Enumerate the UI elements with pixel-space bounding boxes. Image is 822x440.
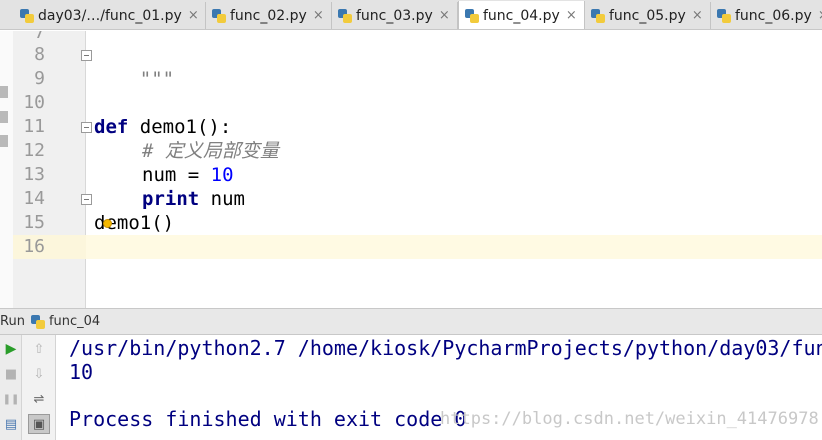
rerun-icon[interactable]: ▶ [2, 340, 20, 358]
run-config-name: func_04 [48, 314, 101, 329]
close-icon[interactable]: × [818, 8, 822, 23]
function-signature: demo1(): [128, 116, 232, 138]
run-toolbar-secondary: ⇧ ⇩ ⇌ ▣ [22, 335, 56, 440]
structure-strip [0, 31, 13, 308]
tab-label: func_04.py [483, 7, 560, 24]
run-tool-window-header: Run func_04 [0, 308, 822, 335]
intention-bulb-icon[interactable] [103, 219, 112, 228]
assignment: num = [142, 164, 211, 186]
scroll-up-icon[interactable]: ⇧ [29, 340, 49, 358]
pause-icon[interactable]: ❚❚ [2, 390, 20, 408]
strip-marker [0, 111, 8, 123]
tab-label: func_06.py [735, 7, 812, 24]
scroll-down-icon[interactable]: ⇩ [29, 365, 49, 383]
line-number: 16 [23, 236, 45, 257]
python-file-icon [591, 8, 605, 23]
close-icon[interactable]: × [439, 8, 450, 23]
python-file-icon [20, 8, 34, 23]
code-line-8: """ [94, 43, 174, 115]
editor-tab-bar: day03/…/func_01.py × func_02.py × func_0… [0, 0, 822, 30]
run-toolbar: ▶ ■ ❚❚ ▤ [0, 335, 22, 440]
line-number: 9 [34, 68, 45, 89]
line-number: 12 [23, 140, 45, 161]
code-editor[interactable]: 7 8 9 10 11 12 13 14 15 16 """ def demo1… [0, 31, 822, 308]
number-literal: 10 [210, 164, 234, 186]
tab-func-01[interactable]: day03/…/func_01.py × [14, 2, 206, 29]
tab-func-05[interactable]: func_05.py × [585, 2, 711, 29]
fold-marker-icon[interactable] [81, 122, 92, 133]
tab-func-06[interactable]: func_06.py × [711, 2, 822, 29]
current-line-highlight [86, 235, 822, 259]
console-line: Process finished with exit code 0 [69, 407, 467, 431]
fold-marker-icon[interactable] [81, 194, 92, 205]
code-comment: # 定义局部变量 [142, 140, 279, 162]
line-number: 14 [23, 188, 45, 209]
console-line: 10 [69, 360, 94, 384]
line-number: 8 [34, 44, 45, 65]
python-file-icon [465, 8, 479, 23]
strip-marker [0, 135, 8, 147]
close-icon[interactable]: × [692, 8, 703, 23]
python-file-icon [717, 8, 731, 23]
code-line-14: print num [142, 187, 245, 211]
fold-marker-icon[interactable] [81, 50, 92, 61]
tab-func-04[interactable]: func_04.py × [458, 1, 585, 29]
line-number: 11 [23, 116, 45, 137]
print-argument: num [199, 188, 245, 210]
watermark-text: https://blog.csdn.net/weixin_41476978 [440, 409, 819, 429]
code-line-11: def demo1(): [94, 115, 231, 139]
strip-marker [0, 86, 8, 98]
docstring-quote: """ [139, 68, 175, 90]
close-icon[interactable]: × [188, 8, 199, 23]
tab-label: func_02.py [230, 7, 307, 24]
code-line-12: # 定义局部变量 [142, 139, 279, 163]
close-icon[interactable]: × [566, 8, 577, 23]
tab-func-02[interactable]: func_02.py × [206, 2, 332, 29]
tab-label: func_05.py [609, 7, 686, 24]
stop-icon[interactable]: ■ [2, 365, 20, 383]
keyword-print: print [142, 188, 200, 210]
code-line-13: num = 10 [142, 163, 234, 187]
tab-label: day03/…/func_01.py [38, 7, 182, 24]
tab-label: func_03.py [356, 7, 433, 24]
run-label: Run [0, 314, 25, 329]
line-number: 15 [23, 212, 45, 233]
line-number: 10 [23, 92, 45, 113]
console-line: /usr/bin/python2.7 /home/kiosk/PycharmPr… [69, 336, 822, 360]
keyword-def: def [94, 116, 129, 138]
python-file-icon [30, 314, 45, 329]
soft-wrap-icon[interactable]: ⇌ [29, 390, 49, 408]
layout-icon[interactable]: ▤ [2, 415, 20, 433]
close-icon[interactable]: × [313, 8, 324, 23]
print-icon[interactable]: ▣ [28, 414, 50, 434]
tab-func-03[interactable]: func_03.py × [332, 2, 458, 29]
line-number: 13 [23, 164, 45, 185]
python-file-icon [338, 8, 352, 23]
python-file-icon [212, 8, 226, 23]
